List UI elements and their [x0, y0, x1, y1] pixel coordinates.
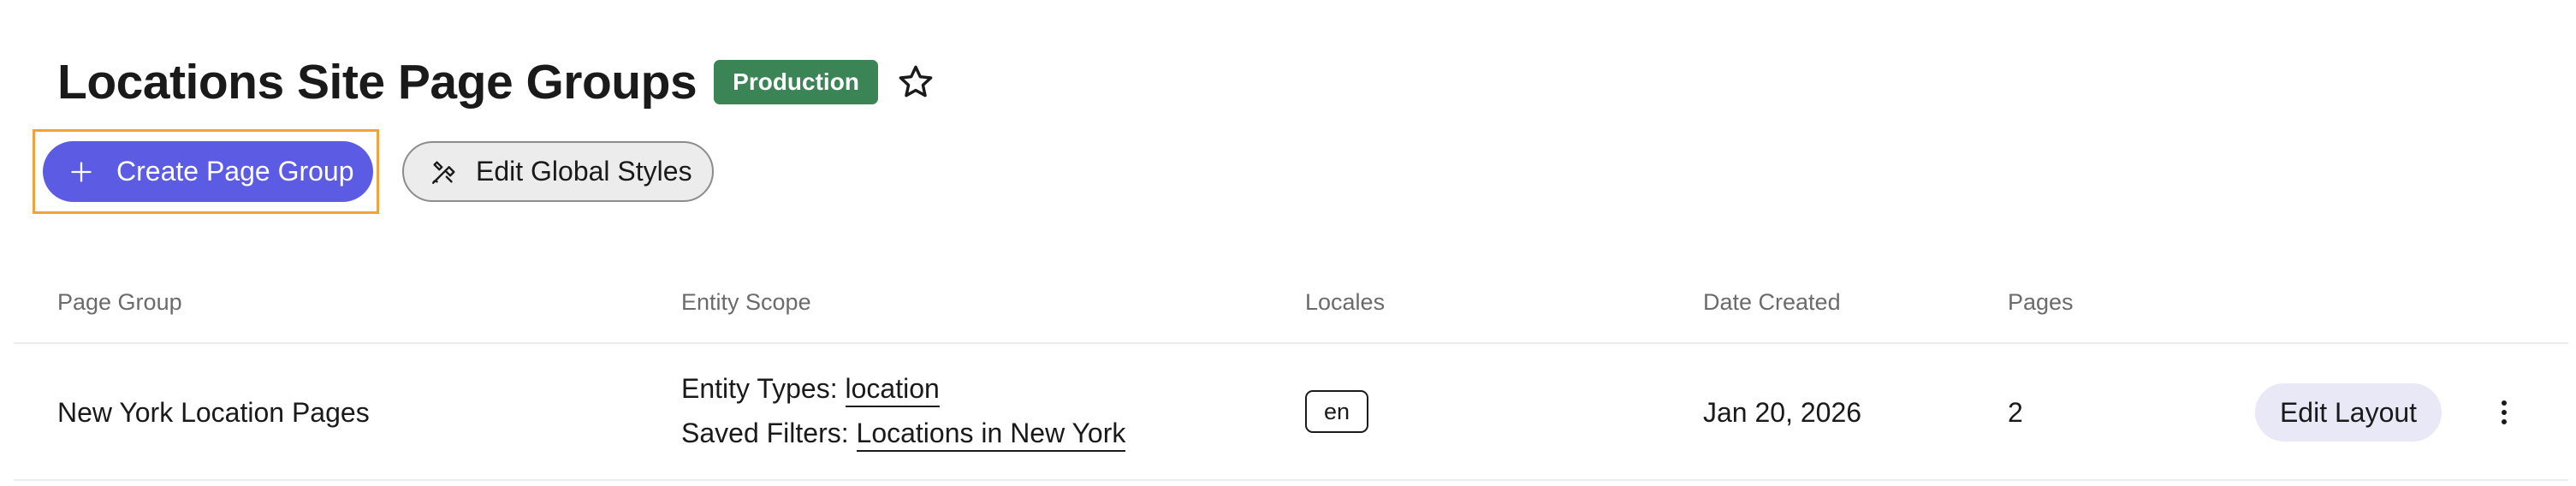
locale-chip: en [1305, 390, 1369, 433]
star-icon[interactable] [893, 60, 938, 104]
edit-layout-button[interactable]: Edit Layout [2255, 383, 2442, 442]
saved-filters-label: Saved Filters: [681, 418, 849, 448]
column-header-date-created[interactable]: Date Created [1703, 289, 1841, 316]
column-header-locales[interactable]: Locales [1305, 289, 1385, 316]
entity-types-label: Entity Types: [681, 373, 838, 404]
page-group-name: New York Location Pages [57, 397, 370, 428]
entity-type-link[interactable]: location [845, 373, 940, 407]
paint-brush-icon [430, 157, 459, 187]
page-count: 2 [2008, 397, 2023, 428]
column-header-page-group[interactable]: Page Group [57, 289, 182, 316]
create-page-group-label: Create Page Group [116, 156, 354, 187]
column-header-entity-scope[interactable]: Entity Scope [681, 289, 811, 316]
date-created: Jan 20, 2026 [1703, 397, 1862, 428]
page-groups-table: Page Group Entity Scope Locales Date Cre… [14, 257, 2568, 481]
column-header-pages[interactable]: Pages [2008, 289, 2074, 316]
saved-filters-line: Saved Filters: Locations in New York [681, 418, 1126, 452]
table-row[interactable]: New York Location Pages Entity Types: lo… [14, 344, 2568, 481]
saved-filter-link[interactable]: Locations in New York [856, 418, 1126, 452]
table-header: Page Group Entity Scope Locales Date Cre… [14, 257, 2568, 344]
environment-badge: Production [714, 60, 878, 104]
more-vertical-icon[interactable] [2487, 394, 2521, 431]
page-title: Locations Site Page Groups [57, 54, 697, 110]
create-page-group-button[interactable]: Create Page Group [43, 141, 373, 202]
edit-global-styles-label: Edit Global Styles [476, 156, 692, 187]
entity-types-line: Entity Types: location [681, 373, 940, 407]
edit-global-styles-button[interactable]: Edit Global Styles [402, 141, 714, 202]
plus-icon [68, 159, 94, 185]
page-header: Locations Site Page Groups Production [57, 51, 938, 113]
